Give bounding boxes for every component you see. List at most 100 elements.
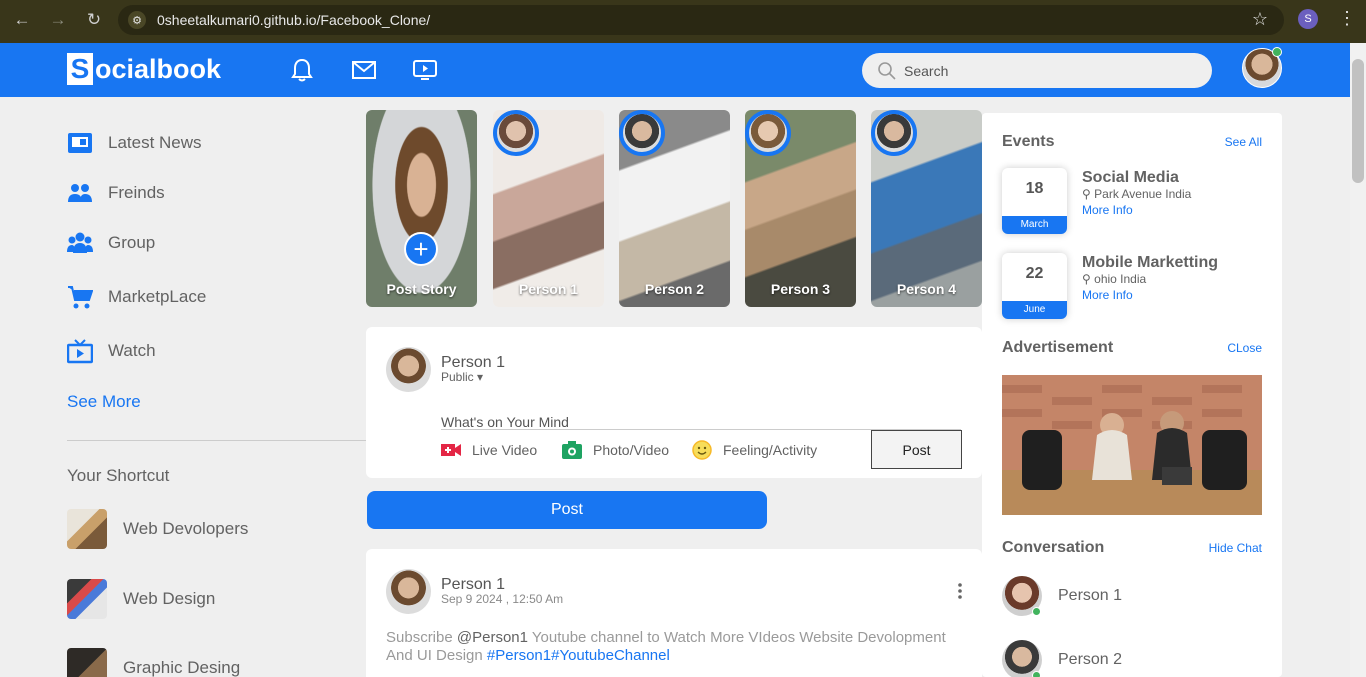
sidebar-item-label: Latest News — [108, 133, 202, 152]
bookmark-star-icon[interactable]: ☆ — [1252, 9, 1268, 30]
conversation-heading: Conversation — [1002, 539, 1105, 556]
page-scrollbar[interactable] — [1350, 43, 1366, 677]
privacy-selector[interactable]: Public ▾ — [441, 370, 483, 384]
video-icon[interactable] — [411, 57, 439, 83]
shortcut-thumbnail — [67, 648, 107, 677]
browser-toolbar: ← → ↻ ⚙ 0sheetalkumari0.github.io/Facebo… — [0, 0, 1366, 43]
search-box[interactable]: Search — [862, 53, 1212, 88]
add-story-icon[interactable]: + — [404, 232, 438, 266]
post-input[interactable]: What's on Your Mind — [441, 414, 569, 430]
advertisement-image[interactable] — [1002, 375, 1262, 515]
live-video-button[interactable]: Live Video — [441, 440, 537, 460]
conversation-avatar — [1002, 640, 1042, 677]
event-title: Social Media — [1082, 169, 1179, 186]
shortcut-thumbnail — [67, 579, 107, 619]
logo[interactable]: S ocialbook — [67, 53, 221, 85]
logo-letter: S — [67, 53, 93, 85]
location-pin-icon: ⚲ — [1082, 187, 1091, 201]
bell-icon[interactable] — [288, 57, 316, 83]
shortcut-web-developers[interactable]: Web Devolopers — [67, 509, 248, 549]
conversation-person-2[interactable]: Person 2 — [1002, 640, 1122, 677]
shortcut-web-design[interactable]: Web Design — [67, 579, 215, 619]
shortcut-graphic-design[interactable]: Graphic Desing — [67, 648, 240, 677]
site-settings-icon[interactable]: ⚙ — [128, 11, 146, 29]
feeling-activity-button[interactable]: Feeling/Activity — [692, 440, 817, 460]
privacy-label: Public — [441, 370, 474, 384]
sidebar-item-label: MarketpLace — [108, 287, 207, 306]
right-sidebar: Events See All 18 March Social Media ⚲ P… — [982, 113, 1282, 677]
conversation-person-1[interactable]: Person 1 — [1002, 576, 1122, 616]
sidebar-item-label: Group — [108, 233, 156, 252]
story-post[interactable]: + Post Story — [366, 110, 477, 307]
event-location-text: Park Avenue India — [1094, 187, 1192, 201]
sidebar-item-watch[interactable]: Watch — [67, 338, 156, 364]
shortcut-label: Web Design — [123, 589, 216, 608]
browser-profile-avatar[interactable]: S — [1298, 9, 1318, 29]
photo-video-button[interactable]: Photo/Video — [562, 440, 669, 460]
post-text: Subscribe @Person1 Youtube channel to Wa… — [386, 629, 966, 665]
shortcut-label: Web Devolopers — [123, 519, 249, 538]
story-person-3[interactable]: Person 3 — [745, 110, 856, 307]
address-bar[interactable]: ⚙ 0sheetalkumari0.github.io/Facebook_Clo… — [118, 5, 1284, 35]
shortcut-thumbnail — [67, 509, 107, 549]
shortcut-label: Graphic Desing — [123, 658, 241, 677]
action-label: Live Video — [472, 442, 538, 458]
story-name: Person 3 — [770, 281, 831, 297]
online-status-dot — [1032, 671, 1041, 677]
location-pin-icon: ⚲ — [1082, 272, 1091, 286]
online-status-dot — [1272, 47, 1282, 57]
sidebar-item-latest-news[interactable]: Latest News — [67, 130, 202, 156]
sidebar-item-friends[interactable]: Freinds — [67, 180, 165, 206]
post-author-avatar[interactable] — [386, 569, 431, 614]
more-options-icon[interactable] — [958, 583, 962, 599]
conversation-avatar — [1002, 576, 1042, 616]
scrollbar-thumb[interactable] — [1352, 59, 1364, 183]
hide-chat-link[interactable]: Hide Chat — [1209, 541, 1262, 555]
post-timestamp: Sep 9 2024 , 12:50 Am — [441, 592, 564, 606]
event-location: ⚲ Park Avenue India — [1082, 187, 1191, 201]
forward-icon[interactable]: → — [46, 8, 70, 32]
see-all-link[interactable]: See All — [1225, 135, 1262, 149]
sidebar-item-label: Freinds — [108, 183, 165, 202]
story-person-4[interactable]: Person 4 — [871, 110, 982, 307]
reload-icon[interactable]: ↻ — [82, 8, 106, 32]
post-hashtags[interactable]: #Person1#YoutubeChannel — [487, 647, 670, 664]
feed-post: Person 1 Sep 9 2024 , 12:50 Am Subscribe… — [366, 549, 982, 677]
address-url[interactable]: 0sheetalkumari0.github.io/Facebook_Clone… — [157, 12, 430, 28]
story-avatar — [871, 110, 917, 156]
story-name: Person 1 — [518, 281, 579, 297]
back-icon[interactable]: ← — [10, 8, 34, 32]
story-avatar — [619, 110, 665, 156]
event-more-info-link[interactable]: More Info — [1082, 203, 1133, 217]
composer-avatar[interactable] — [386, 347, 431, 392]
event-location-text: ohio India — [1094, 272, 1147, 286]
story-person-2[interactable]: Person 2 — [619, 110, 730, 307]
group-icon — [67, 230, 93, 256]
post-mention[interactable]: @Person1 — [457, 629, 528, 646]
post-submit-button[interactable]: Post — [367, 491, 767, 529]
shortcut-heading: Your Shortcut — [67, 466, 170, 485]
online-status-dot — [1032, 607, 1041, 616]
story-name: Person 2 — [644, 281, 705, 297]
mail-icon[interactable] — [350, 57, 378, 83]
event-date: 18 March — [1002, 168, 1067, 234]
story-person-1[interactable]: Person 1 — [493, 110, 604, 307]
browser-menu-icon[interactable]: ⋮ — [1338, 8, 1356, 29]
see-more-link[interactable]: See More — [67, 392, 141, 412]
live-video-icon — [441, 440, 461, 460]
event-day: 18 — [1025, 180, 1044, 197]
photo-icon — [562, 440, 582, 460]
event-more-info-link[interactable]: More Info — [1082, 288, 1133, 302]
friends-icon — [67, 180, 93, 206]
sidebar-item-marketplace[interactable]: MarketpLace — [67, 284, 206, 310]
feeling-icon — [692, 440, 712, 460]
close-ad-link[interactable]: CLose — [1227, 341, 1262, 355]
divider — [67, 440, 367, 441]
search-input[interactable]: Search — [904, 63, 948, 79]
composer-post-button[interactable]: Post — [871, 430, 962, 469]
story-avatar — [493, 110, 539, 156]
caret-down-icon: ▾ — [477, 370, 484, 384]
sidebar-item-group[interactable]: Group — [67, 230, 155, 256]
event-location: ⚲ ohio India — [1082, 272, 1146, 286]
advertisement-heading: Advertisement — [1002, 339, 1114, 356]
